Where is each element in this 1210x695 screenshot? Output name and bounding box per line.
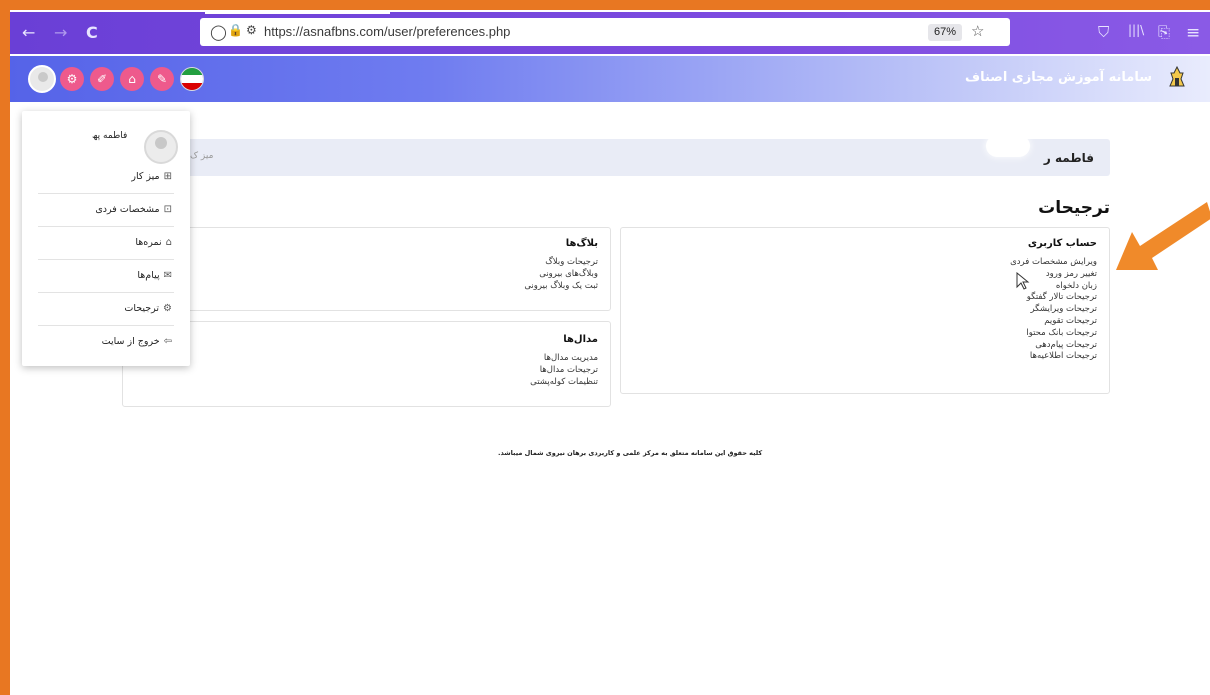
menu-item-dashboard[interactable]: ⊞میز کار	[38, 162, 174, 194]
redaction-mark	[986, 135, 1030, 157]
user-dropdown-menu: فاطمه پھ ⊞میز کار ⊡مشخصات فردی ⌂نمره‌ها …	[22, 111, 190, 366]
card-link[interactable]: ترجیحات تالار گفتگو	[633, 292, 1097, 304]
dashboard-link[interactable]: میز ک	[190, 151, 213, 161]
menu-item-label: مشخصات فردی	[95, 204, 160, 215]
card-link[interactable]: وبلاگ‌های بیرونی	[135, 269, 598, 281]
user-avatar[interactable]	[28, 65, 56, 93]
zoom-level-badge[interactable]: 67%	[928, 24, 962, 41]
menu-item-preferences[interactable]: ⚙ترجیحات	[38, 294, 174, 326]
browser-toolbar: ← → C ◯ 🔒 ⚙ https://asnafbns.com/user/pr…	[10, 12, 1210, 54]
card-link[interactable]: ترجیحات بانک محتوا	[633, 328, 1097, 340]
url-text[interactable]: https://asnafbns.com/user/preferences.ph…	[264, 24, 510, 39]
gear-icon: ⚙	[163, 303, 172, 314]
language-flag-icon[interactable]	[180, 67, 204, 91]
forward-button[interactable]: →	[54, 24, 67, 42]
footer-copyright: کلیه حقوق این سامانه متعلق به مرکز علمی …	[498, 449, 763, 457]
site-logo-icon[interactable]	[1168, 66, 1186, 88]
home-icon[interactable]: ⌂	[120, 67, 144, 91]
menu-item-grades[interactable]: ⌂نمره‌ها	[38, 228, 174, 260]
menu-item-label: میز کار	[131, 171, 160, 182]
messages-icon[interactable]: ✐	[90, 67, 114, 91]
menu-item-label: خروج از سایت	[101, 336, 160, 347]
card-link[interactable]: ترجیحات اطلاعیه‌ها	[633, 351, 1097, 363]
permissions-icon[interactable]: ⚙	[246, 23, 257, 37]
edit-icon[interactable]: ✎	[150, 67, 174, 91]
menu-icon[interactable]: ≡	[1186, 23, 1200, 43]
card-link[interactable]: ویرایش مشخصات فردی	[633, 257, 1097, 269]
settings-icon[interactable]: ⚙	[60, 67, 84, 91]
menu-item-label: ترجیحات	[124, 303, 160, 314]
account-card: حساب کاربری ویرایش مشخصات فردی تغییر رمز…	[620, 227, 1110, 394]
dropdown-avatar	[144, 130, 178, 164]
card-link[interactable]: ترجیحات پیام‌دهی	[633, 340, 1097, 352]
mouse-cursor-icon	[1016, 272, 1030, 290]
user-full-name: فاطمه ر	[1043, 151, 1094, 165]
dropdown-user-name[interactable]: فاطمه پھ	[92, 131, 127, 141]
page-title: ترجیحات	[1038, 198, 1110, 218]
shield-icon[interactable]: ◯	[210, 23, 227, 41]
blogs-card: بلاگ‌ها ترجیحات وبلاگ وبلاگ‌های بیرونی ث…	[122, 227, 611, 311]
logout-icon: ⇦	[163, 336, 172, 347]
card-title: بلاگ‌ها	[565, 238, 598, 249]
active-tab-indicator	[205, 10, 390, 14]
card-link[interactable]: تنظیمات کوله‌پشتی	[135, 377, 598, 389]
lock-icon[interactable]: 🔒	[228, 23, 243, 37]
address-bar[interactable]: ◯ 🔒 ⚙ https://asnafbns.com/user/preferen…	[200, 18, 1010, 46]
library-icon[interactable]: |||\	[1128, 23, 1144, 37]
badges-card: مدال‌ها مدیریت مدال‌ها ترجیحات مدال‌ها ت…	[122, 321, 611, 407]
profile-icon: ⊡	[163, 204, 172, 215]
card-link[interactable]: ترجیحات مدال‌ها	[135, 365, 598, 377]
reload-button[interactable]: C	[86, 24, 98, 42]
card-title: مدال‌ها	[563, 334, 598, 345]
site-title[interactable]: سامانه آموزش مجازی اصناف	[965, 70, 1152, 85]
card-title: حساب کاربری	[1027, 238, 1097, 249]
pocket-icon[interactable]: ⛉	[1098, 23, 1109, 41]
card-link[interactable]: ترجیحات ویرایشگر	[633, 304, 1097, 316]
card-link[interactable]: ثبت یک وبلاگ بیرونی	[135, 281, 598, 293]
menu-item-profile[interactable]: ⊡مشخصات فردی	[38, 195, 174, 227]
menu-item-logout[interactable]: ⇦خروج از سایت	[38, 327, 174, 359]
messages-icon: ✉	[163, 270, 172, 281]
menu-item-messages[interactable]: ✉پیام‌ها	[38, 261, 174, 293]
extensions-icon[interactable]: ⎘	[1158, 23, 1170, 41]
site-header: ⚙ ✐ ⌂ ✎ سامانه آموزش مجازی اصناف	[10, 56, 1210, 102]
menu-item-label: نمره‌ها	[135, 237, 162, 248]
bookmark-star-icon[interactable]: ☆	[971, 22, 984, 40]
dashboard-icon: ⊞	[163, 171, 172, 182]
user-info-bar: فاطمه ر میز ک	[120, 135, 1110, 176]
card-link[interactable]: مدیریت مدال‌ها	[135, 353, 598, 365]
card-link[interactable]: ترجیحات تقویم	[633, 316, 1097, 328]
menu-item-label: پیام‌ها	[137, 270, 160, 281]
card-link[interactable]: ترجیحات وبلاگ	[135, 257, 598, 269]
back-button[interactable]: ←	[22, 24, 35, 42]
annotation-arrow-icon	[1116, 202, 1210, 270]
grades-icon: ⌂	[165, 237, 172, 248]
